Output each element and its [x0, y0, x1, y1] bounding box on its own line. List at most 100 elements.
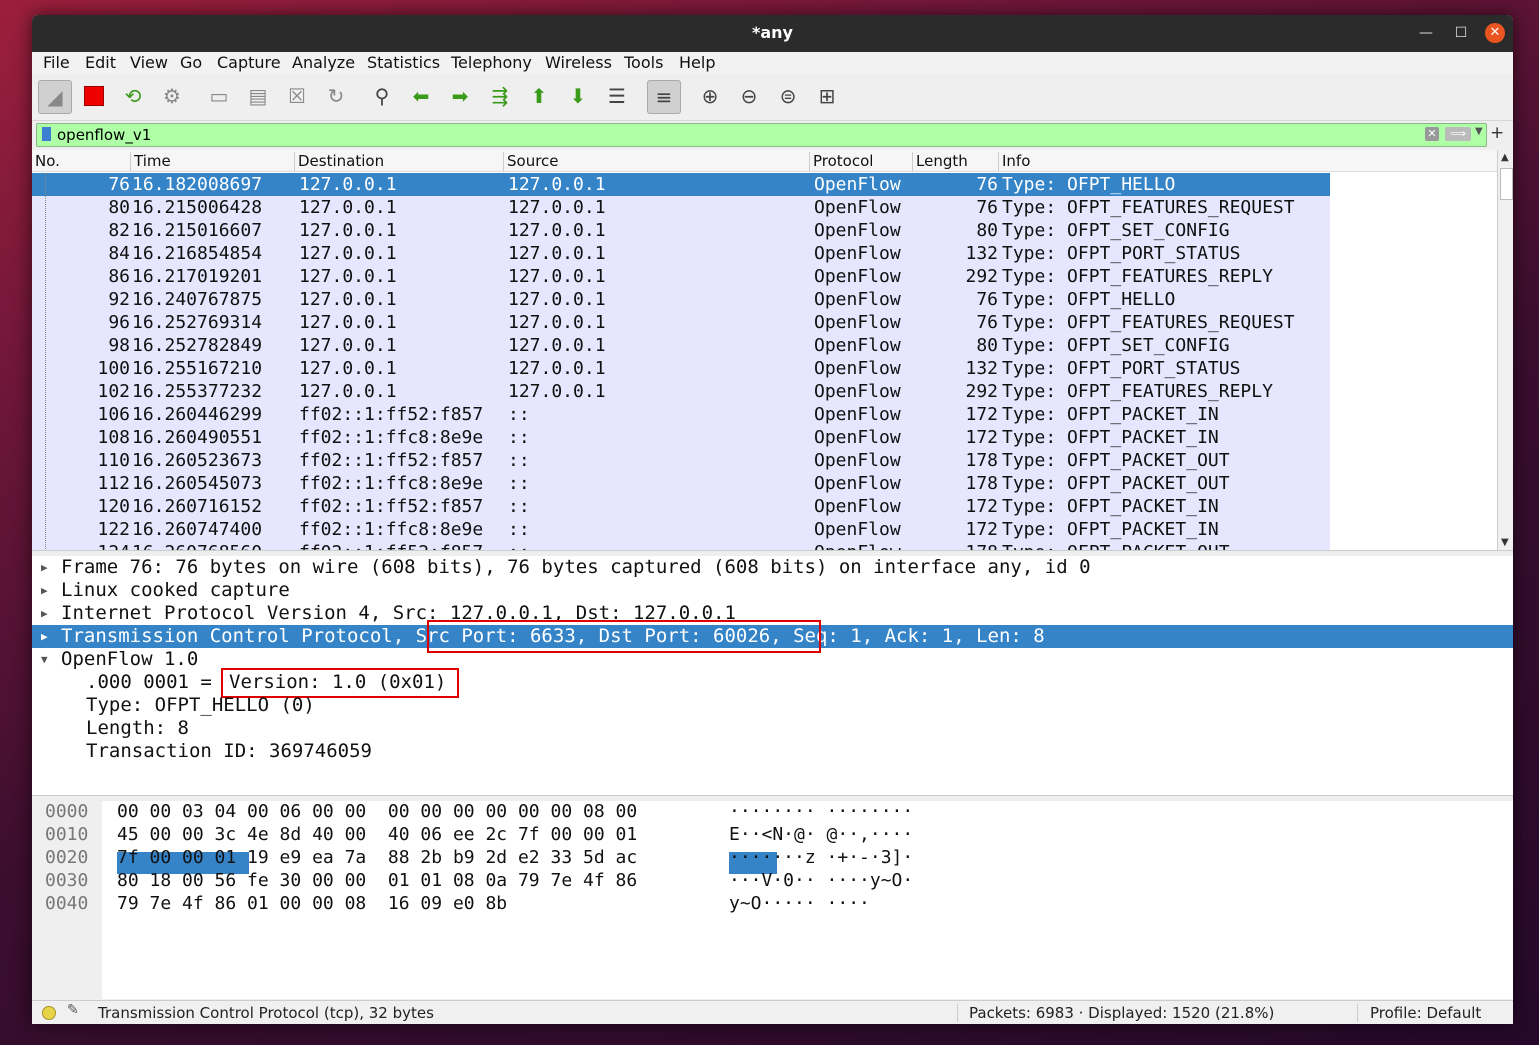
- bytes-row[interactable]: 0040 79 7e 4f 86 01 00 00 08 16 09 e0 8b y…: [32, 893, 1513, 916]
- title-bar[interactable]: *any — ☐ ✕: [32, 15, 1513, 52]
- detail-xid[interactable]: Transaction ID: 369746059: [32, 740, 1513, 763]
- menu-edit[interactable]: Edit: [85, 53, 116, 72]
- expert-info-icon[interactable]: [42, 1006, 56, 1020]
- packet-row[interactable]: 82 16.215016607 127.0.0.1 127.0.0.1 OpenFlow…: [32, 219, 1330, 242]
- status-profile[interactable]: Profile: Default: [1370, 1004, 1481, 1022]
- menu-file[interactable]: File: [43, 53, 70, 72]
- maximize-button[interactable]: ☐: [1451, 23, 1471, 43]
- detail-sll[interactable]: ▶ Linux cooked capture: [32, 579, 1513, 602]
- detail-openflow-text: OpenFlow 1.0: [61, 648, 199, 670]
- packet-row[interactable]: 86 16.217019201 127.0.0.1 127.0.0.1 OpenFlow…: [32, 265, 1330, 288]
- add-filter-button-icon[interactable]: +: [1490, 123, 1504, 143]
- stop-capture-icon[interactable]: [78, 80, 110, 112]
- packet-no: 84: [108, 243, 130, 264]
- packet-length: 172: [965, 404, 998, 425]
- packet-row[interactable]: 96 16.252769314 127.0.0.1 127.0.0.1 OpenFlow…: [32, 311, 1330, 334]
- packet-row[interactable]: 92 16.240767875 127.0.0.1 127.0.0.1 OpenFlow…: [32, 288, 1330, 311]
- restart-capture-icon[interactable]: ⟲: [117, 80, 149, 112]
- close-file-icon[interactable]: ☒: [281, 80, 313, 112]
- resize-columns-icon[interactable]: ⊞: [811, 80, 843, 112]
- detail-frame[interactable]: ▶ Frame 76: 76 bytes on wire (608 bits),…: [32, 556, 1513, 579]
- filter-history-dropdown-icon[interactable]: ▼: [1475, 126, 1483, 137]
- zoom-reset-icon[interactable]: ⊜: [772, 80, 804, 112]
- col-destination[interactable]: Destination: [294, 152, 384, 171]
- packet-row[interactable]: 108 16.260490551 ff02::1:ffc8:8e9e:: OpenFl…: [32, 426, 1330, 449]
- packet-list: No. Time Destination Source Protocol Len…: [32, 150, 1513, 550]
- go-first-icon[interactable]: ⬆: [523, 80, 555, 112]
- expand-arrow-icon[interactable]: ▶: [41, 561, 48, 574]
- bytes-ascii: y~O····· ····: [729, 893, 870, 914]
- scroll-up-icon[interactable]: ▲: [1501, 152, 1509, 163]
- edit-comment-icon[interactable]: ✎: [67, 1002, 79, 1018]
- packet-list-scrollbar[interactable]: ▲ ▼: [1497, 150, 1513, 550]
- save-file-icon[interactable]: ▤: [242, 80, 274, 112]
- go-back-icon[interactable]: ⬅: [405, 80, 437, 112]
- packet-row[interactable]: 110 16.260523673 ff02::1:ff52:f857:: OpenFl…: [32, 449, 1330, 472]
- bytes-row[interactable]: 0020 7f 00 00 01 19 e9 ea 7a 88 2b b9 2d …: [32, 847, 1513, 870]
- menu-go[interactable]: Go: [180, 53, 202, 72]
- minimize-button[interactable]: —: [1416, 23, 1436, 43]
- autoscroll-icon[interactable]: ☰: [601, 80, 633, 112]
- menu-telephony[interactable]: Telephony: [451, 53, 532, 72]
- packet-row[interactable]: 106 16.260446299 ff02::1:ff52:f857:: OpenFl…: [32, 403, 1330, 426]
- capture-options-icon[interactable]: ⚙: [156, 80, 188, 112]
- packet-row[interactable]: 120 16.260716152 ff02::1:ff52:f857:: OpenFl…: [32, 495, 1330, 518]
- packet-row[interactable]: 84 16.216854854 127.0.0.1 127.0.0.1 OpenFlow…: [32, 242, 1330, 265]
- bytes-row[interactable]: 0010 45 00 00 3c 4e 8d 40 00 40 06 ee 2c …: [32, 824, 1513, 847]
- expand-arrow-icon[interactable]: ▶: [41, 607, 48, 620]
- detail-length[interactable]: Length: 8: [32, 717, 1513, 740]
- menu-tools[interactable]: Tools: [624, 53, 663, 72]
- reload-file-icon[interactable]: ↻: [320, 80, 352, 112]
- packet-info: Type: OFPT_PORT_STATUS: [1002, 243, 1241, 264]
- col-time[interactable]: Time: [130, 152, 171, 171]
- menu-view[interactable]: View: [130, 53, 168, 72]
- col-info[interactable]: Info: [998, 152, 1030, 171]
- expand-arrow-icon[interactable]: ▶: [41, 630, 48, 643]
- packet-row[interactable]: 76 16.182008697 127.0.0.1 127.0.0.1 OpenFlow…: [32, 173, 1330, 196]
- packet-no: 124: [68, 542, 130, 550]
- packet-row[interactable]: 100 16.255167210 127.0.0.1 127.0.0.1 OpenFlo…: [32, 357, 1330, 380]
- menu-wireless[interactable]: Wireless: [545, 53, 612, 72]
- packet-protocol: OpenFlow: [814, 473, 901, 494]
- clear-filter-icon[interactable]: ✕: [1425, 127, 1439, 141]
- packet-protocol: OpenFlow: [814, 174, 901, 195]
- packet-row[interactable]: 12416.260768560 ff02::1:ff52:f857::OpenFl…: [32, 541, 1330, 550]
- packet-row[interactable]: 80 16.215006428 127.0.0.1 127.0.0.1 OpenFlow…: [32, 196, 1330, 219]
- shark-fin-start-icon[interactable]: ◢: [38, 80, 72, 114]
- close-button[interactable]: ✕: [1485, 23, 1505, 43]
- scroll-down-icon[interactable]: ▼: [1501, 537, 1509, 548]
- packet-destination: 127.0.0.1: [299, 312, 397, 333]
- colorize-icon[interactable]: ≡: [647, 80, 681, 114]
- menu-capture[interactable]: Capture: [217, 53, 281, 72]
- find-packet-icon[interactable]: ⚲: [366, 80, 398, 112]
- status-packet-count[interactable]: Packets: 6983 · Displayed: 1520 (21.8%): [969, 1004, 1274, 1022]
- zoom-in-icon[interactable]: ⊕: [694, 80, 726, 112]
- bytes-row[interactable]: 0000 00 00 03 04 00 06 00 00 00 00 00 00 …: [32, 801, 1513, 824]
- apply-filter-icon[interactable]: ⟹: [1445, 127, 1471, 141]
- col-protocol[interactable]: Protocol: [809, 152, 873, 171]
- go-to-packet-icon[interactable]: ⇶: [484, 80, 516, 112]
- packet-row[interactable]: 102 16.255377232 127.0.0.1 127.0.0.1 OpenFlo…: [32, 380, 1330, 403]
- open-file-icon[interactable]: ▭: [203, 80, 235, 112]
- scroll-thumb[interactable]: [1500, 168, 1513, 200]
- go-last-icon[interactable]: ⬇: [562, 80, 594, 112]
- display-filter-field[interactable]: ✕ ⟹ ▼: [36, 123, 1487, 147]
- bookmark-icon[interactable]: [42, 127, 51, 141]
- col-source[interactable]: Source: [503, 152, 559, 171]
- menu-statistics[interactable]: Statistics: [367, 53, 440, 72]
- packet-row[interactable]: 98 16.252782849 127.0.0.1 127.0.0.1 OpenFlow…: [32, 334, 1330, 357]
- collapse-arrow-icon[interactable]: ▼: [41, 653, 48, 666]
- bytes-row[interactable]: 0030 80 18 00 56 fe 30 00 00 01 01 08 0a …: [32, 870, 1513, 893]
- packet-row[interactable]: 122 16.260747400 ff02::1:ffc8:8e9e:: OpenFl…: [32, 518, 1330, 541]
- menu-help[interactable]: Help: [679, 53, 715, 72]
- detail-frame-text: Frame 76: 76 bytes on wire (608 bits), 7…: [61, 556, 1091, 578]
- expand-arrow-icon[interactable]: ▶: [41, 584, 48, 597]
- go-forward-icon[interactable]: ➡: [444, 80, 476, 112]
- packet-row[interactable]: 112 16.260545073 ff02::1:ffc8:8e9e:: OpenFl…: [32, 472, 1330, 495]
- display-filter-input[interactable]: [57, 124, 1417, 145]
- detail-type[interactable]: Type: OFPT_HELLO (0): [32, 694, 1513, 717]
- menu-analyze[interactable]: Analyze: [292, 53, 355, 72]
- zoom-out-icon[interactable]: ⊖: [733, 80, 765, 112]
- col-length[interactable]: Length: [912, 152, 968, 171]
- col-no[interactable]: No.: [32, 152, 60, 171]
